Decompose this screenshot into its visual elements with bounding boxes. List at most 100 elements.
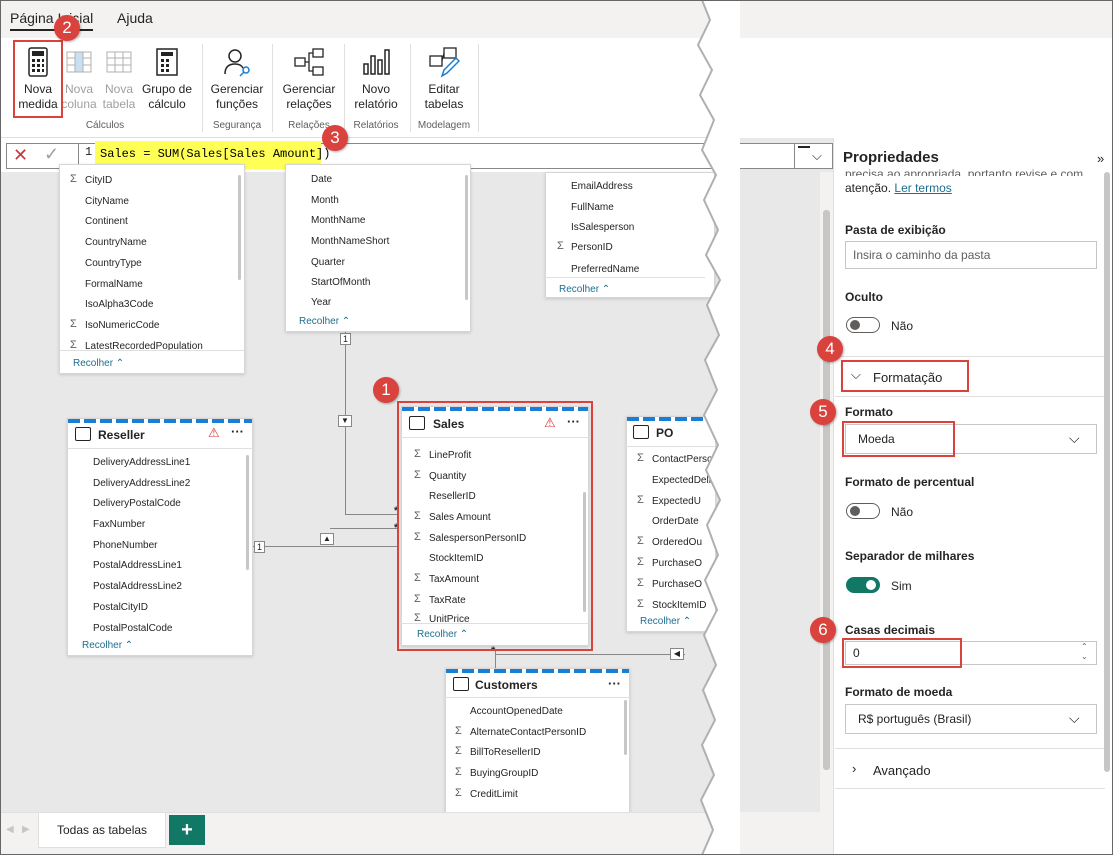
field-item[interactable]: FullName [571,202,614,213]
field-item[interactable]: MonthName [311,215,365,226]
tab-todas-as-tabelas[interactable]: Todas as tabelas [38,812,166,848]
field-item[interactable]: EmailAddress [571,181,633,192]
field-item[interactable]: PostalAddressLine2 [93,581,182,592]
field-item[interactable]: AlternateContactPersonID [470,727,586,738]
field-item[interactable]: CountryName [85,237,147,248]
column-table-icon [63,46,95,78]
tab-pagina-inicial[interactable]: Página Inicial [10,10,94,31]
field-item[interactable]: CityName [85,196,129,207]
gerenciar-relacoes-label-2: relações [286,97,332,111]
field-item[interactable]: Year [311,297,331,308]
calculation-group-icon [151,46,183,78]
field-item[interactable]: StartOfMonth [311,277,370,288]
section-divider [835,356,1105,357]
currency-dropdown[interactable]: R$ português (Brasil) [845,704,1097,734]
field-item[interactable]: MonthNameShort [311,236,389,247]
field-item[interactable]: CreditLimit [470,789,518,800]
nova-coluna-label-2: coluna [61,97,97,111]
stepper-icon[interactable]: ⌃ ⌄ [1081,642,1088,662]
add-tab-button[interactable]: + [169,815,205,845]
field-item[interactable]: Continent [85,216,128,227]
field-item[interactable]: PersonID [571,242,613,253]
field-item[interactable]: DeliveryPostalCode [93,498,181,509]
collapse-label: Recolher [559,284,600,295]
collapse-link[interactable]: Recolher ⌃ [559,284,610,295]
commit-icon[interactable]: ✓ [44,144,59,165]
collapse-link[interactable]: Recolher ⌃ [73,358,124,369]
field-item[interactable]: Quarter [311,257,345,268]
hidden-toggle[interactable] [846,317,880,333]
decimals-label: Casas decimais [845,623,936,637]
field-item[interactable]: PreferredName [571,264,639,275]
collapse-link[interactable]: Recolher ⌃ [82,640,133,651]
tab-ajuda[interactable]: Ajuda [117,10,153,26]
warning-icon[interactable]: ⚠ [208,425,220,441]
folder-input[interactable]: Insira o caminho da pasta [845,241,1097,269]
table-title[interactable]: Reseller [98,428,145,442]
scrollbar[interactable] [624,700,627,755]
chevron-right-icon[interactable]: › [852,761,856,776]
field-item[interactable]: PhoneNumber [93,540,157,551]
advanced-section-header[interactable]: Avançado [873,763,931,778]
field-item[interactable]: FormalName [85,279,143,290]
more-options-icon[interactable]: ··· [231,424,244,439]
field-item[interactable]: AccountOpenedDate [470,706,563,717]
field-item[interactable]: PostalPostalCode [93,623,173,634]
field-item[interactable]: CountryType [85,258,142,269]
scrollbar[interactable] [465,175,468,300]
scroll-left-icon[interactable]: ◀ [6,824,14,835]
gerenciar-funcoes-label-2: funções [215,97,259,111]
sigma-icon: Σ [455,725,462,737]
annotation-box [13,40,63,118]
editar-tabelas-button[interactable]: Editar tabelas [418,46,470,112]
filter-direction-icon: ▲ [320,533,334,545]
thousands-toggle[interactable] [846,577,880,593]
formula-text[interactable]: Sales = SUM(Sales[Sales Amount]) [100,147,330,161]
collapse-pane-icon[interactable]: » [1097,151,1104,166]
chevron-down-icon[interactable]: ⌵ [812,148,822,164]
scrollbar[interactable] [238,175,241,280]
gerenciar-relacoes-button[interactable]: Gerenciar relações [280,46,338,112]
field-item[interactable]: Date [311,174,332,185]
chevron-down-icon[interactable]: ⌵ [1069,710,1080,727]
toggle-knob [850,506,860,516]
terms-link[interactable]: Ler termos [894,181,951,195]
table-title[interactable]: PO [656,426,673,440]
novo-relatorio-button[interactable]: Novo relatório [350,46,402,112]
field-item[interactable]: BuyingGroupID [470,768,538,779]
canvas-scroll-thumb[interactable] [823,210,830,770]
scroll-right-icon[interactable]: ▶ [22,824,30,835]
thousands-label: Separador de milhares [845,549,975,563]
scrollbar[interactable] [246,455,249,570]
field-item[interactable]: PostalAddressLine1 [93,560,182,571]
field-item[interactable]: PostalCityID [93,602,148,613]
field-item[interactable]: IsSalesperson [571,222,634,233]
chevron-down-icon[interactable]: ⌵ [1069,430,1080,447]
collapse-label: Recolher [299,316,340,327]
group-label-modelagem: Modelagem [417,120,471,131]
field-item[interactable]: DeliveryAddressLine2 [93,478,190,489]
cancel-icon[interactable]: ✕ [13,145,28,166]
table-card-reseller[interactable] [67,418,253,656]
grupo-calculo-button[interactable]: Grupo de cálculo [141,46,193,112]
nova-coluna-button[interactable]: Nova coluna [60,46,98,112]
field-item[interactable]: Month [311,195,339,206]
field-item[interactable]: BillToResellerID [470,747,541,758]
formula-divider [78,144,79,166]
table-title[interactable]: Customers [475,678,538,692]
more-options-icon[interactable]: ··· [608,676,621,691]
nova-tabela-button[interactable]: Nova tabela [100,46,138,112]
pane-scrollbar[interactable] [1104,172,1110,772]
divider [445,697,630,698]
field-item[interactable]: DeliveryAddressLine1 [93,457,190,468]
field-item[interactable]: CityID [85,175,112,186]
collapse-link[interactable]: Recolher ⌃ [299,316,350,327]
field-item[interactable]: IsoNumericCode [85,320,159,331]
sigma-icon: Σ [455,787,462,799]
gerenciar-funcoes-button[interactable]: Gerenciar funções [208,46,266,112]
relationship-line [330,528,397,529]
sigma-icon: Σ [455,766,462,778]
percent-toggle[interactable] [846,503,880,519]
field-item[interactable]: IsoAlpha3Code [85,299,153,310]
field-item[interactable]: FaxNumber [93,519,145,530]
